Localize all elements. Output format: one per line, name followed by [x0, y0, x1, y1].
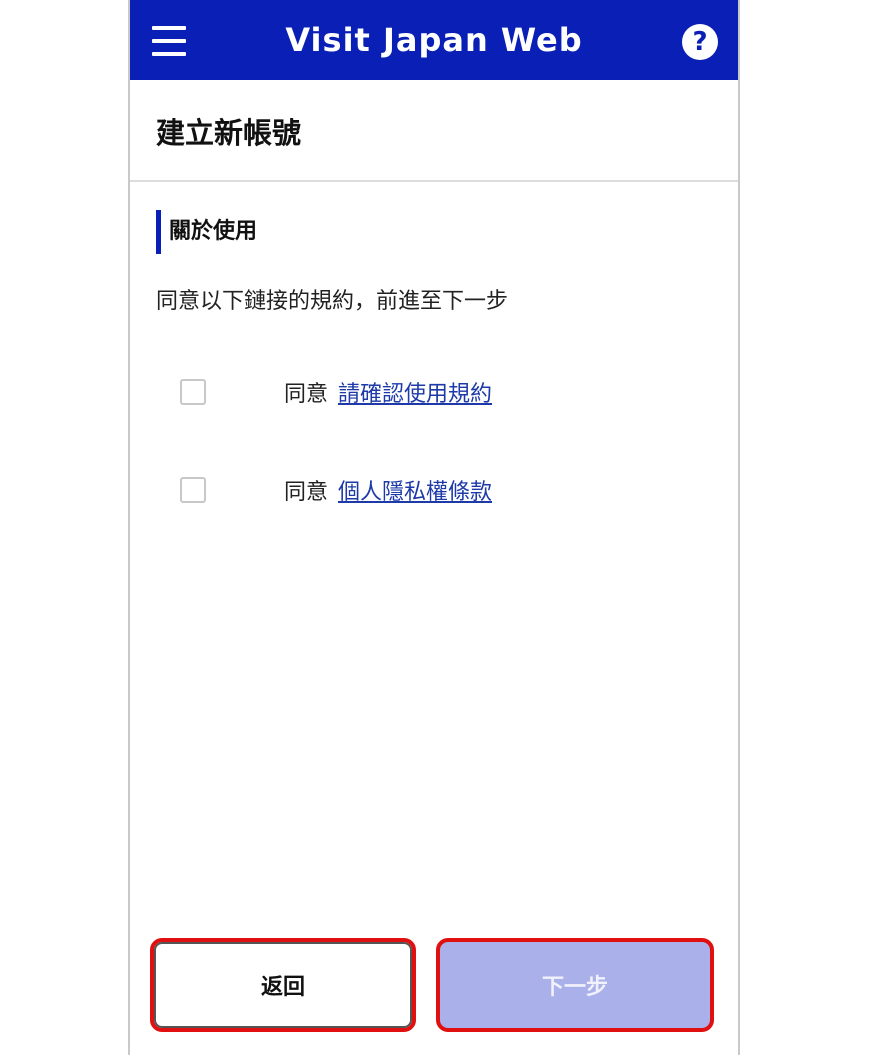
agreement-row-privacy: 同意 個人隱私權條款 — [180, 470, 492, 510]
question-circle-icon[interactable]: ? — [682, 24, 718, 60]
instruction-text: 同意以下鏈接的規約，前進至下一步 — [156, 289, 509, 314]
page-header: 建立新帳號 — [130, 80, 738, 182]
terms-checkbox[interactable] — [180, 379, 206, 405]
privacy-checkbox[interactable] — [180, 477, 206, 503]
app-bar: Visit Japan Web ? — [130, 0, 738, 80]
privacy-policy-link[interactable]: 個人隱私權條款 — [338, 474, 492, 506]
app-title: Visit Japan Web — [285, 21, 583, 59]
phone-screen: Visit Japan Web ? 建立新帳號 關於使用 同意以下鏈接的規約，前… — [128, 0, 740, 1055]
section-title: 關於使用 — [156, 210, 257, 254]
next-step-button[interactable]: 下一步 — [436, 938, 714, 1032]
agreement-row-terms: 同意 請確認使用規約 — [180, 372, 492, 412]
back-button[interactable]: 返回 — [150, 938, 416, 1032]
hamburger-menu-icon[interactable] — [152, 26, 186, 56]
agree-label: 同意 — [284, 480, 329, 505]
terms-of-use-link[interactable]: 請確認使用規約 — [338, 376, 492, 408]
page-title: 建立新帳號 — [156, 116, 302, 150]
agree-label: 同意 — [284, 382, 329, 407]
